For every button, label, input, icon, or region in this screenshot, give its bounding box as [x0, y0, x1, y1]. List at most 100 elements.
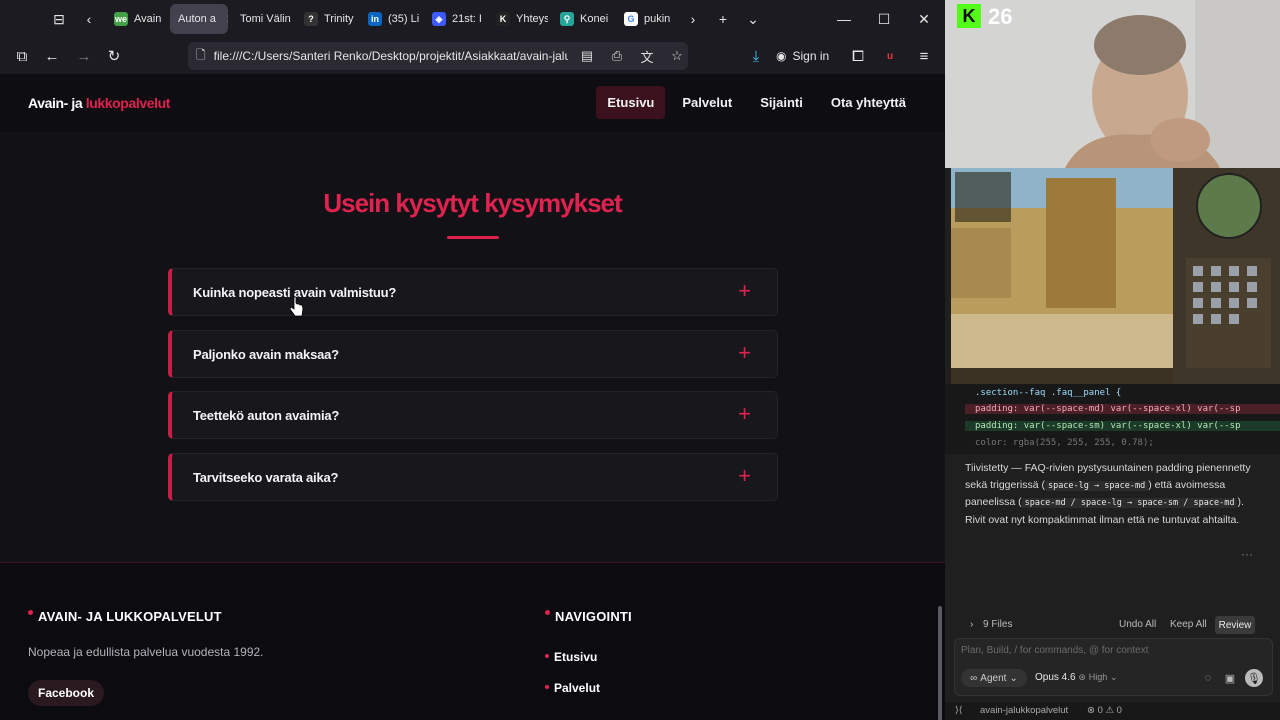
- status-project[interactable]: avain-jalukkopalvelut: [980, 705, 1068, 716]
- footer-tagline: Nopeaa ja edullista palvelua vuodesta 19…: [28, 645, 264, 659]
- close-window-icon[interactable]: ✕: [904, 0, 944, 38]
- nav-link-sijainti[interactable]: Sijainti: [749, 86, 814, 119]
- faq-item[interactable]: Kuinka nopeasti avain valmistuu? +: [168, 268, 778, 316]
- footer-link-palvelut[interactable]: Palvelut: [545, 681, 600, 695]
- faq-item[interactable]: Teettekö auton avaimia? +: [168, 391, 778, 439]
- extensions-icon[interactable]: ⧠: [842, 40, 874, 72]
- ublock-icon[interactable]: u: [874, 40, 906, 72]
- sidebar-icon[interactable]: ⧉: [6, 40, 38, 72]
- faq-heading-underline: [447, 236, 499, 239]
- tab-label: Tomi Välin: [240, 13, 291, 25]
- viewer-count: 26: [988, 4, 1013, 29]
- agent-mode-selector[interactable]: ∞ Agent ⌄: [961, 669, 1027, 687]
- footer-nav-heading: NAVIGOINTI: [545, 609, 632, 624]
- facebook-button[interactable]: Facebook: [28, 680, 104, 706]
- nav-link-ota-yhteytta[interactable]: Ota yhteyttä: [820, 86, 917, 119]
- keep-all-button[interactable]: Keep All: [1170, 619, 1207, 630]
- chevron-right-icon[interactable]: ›: [970, 619, 973, 630]
- tab-favicon-icon: ?: [304, 12, 318, 26]
- tab-label: Avain: [134, 13, 162, 25]
- site-footer: AVAIN- JA LUKKOPALVELUT Nopeaa ja edulli…: [0, 562, 945, 720]
- forward-icon[interactable]: →: [68, 40, 100, 72]
- faq-item[interactable]: Tarvitseeko varata aika? +: [168, 453, 778, 501]
- browser-tab[interactable]: Tomi Välin: [232, 4, 292, 34]
- code-line: .section--faq .faq__panel {: [975, 388, 1122, 398]
- back-icon[interactable]: ←: [36, 40, 68, 72]
- review-button[interactable]: Review: [1215, 616, 1255, 634]
- tab-list-icon[interactable]: ⊟: [44, 4, 74, 34]
- browser-tab[interactable]: in (35) Li: [360, 4, 420, 34]
- agent-label: Agent: [980, 672, 1007, 684]
- undo-all-button[interactable]: Undo All: [1119, 619, 1156, 630]
- site-logo[interactable]: Avain- ja lukkopalvelut: [28, 95, 170, 111]
- nav-bar: ⧉ ← → ↻ 🗋 file:///C:/Users/Santeri Renko…: [0, 38, 945, 74]
- app-menu-icon[interactable]: ≡: [908, 40, 940, 72]
- remote-icon[interactable]: ⟩⟨: [955, 705, 962, 716]
- browser-tab[interactable]: ◈ 21st: I: [424, 4, 484, 34]
- tab-label: (35) Li: [388, 13, 420, 25]
- tab-scroll-right-icon[interactable]: ›: [678, 4, 708, 34]
- sign-in-label: Sign in: [792, 49, 830, 63]
- sign-in-button[interactable]: ◉ Sign in: [776, 44, 829, 68]
- browser-tab[interactable]: ⚲ Konei: [552, 4, 612, 34]
- tab-strip: we Avain Auton a ✕ Tomi Välin ? Trinity in (35) …: [104, 4, 678, 34]
- browser-tab[interactable]: Gpukin: [616, 4, 676, 34]
- tab-favicon-icon: ◈: [432, 12, 446, 26]
- footer-link-etusivu[interactable]: Etusivu: [545, 650, 597, 664]
- screenshot-icon[interactable]: ⎙: [606, 48, 628, 64]
- browser-tab[interactable]: we Avain: [106, 4, 166, 34]
- tab-favicon-icon: ⚲: [560, 12, 574, 26]
- close-tab-icon[interactable]: ✕: [226, 12, 228, 26]
- status-bar: ⟩⟨ avain-jalukkopalvelut ⊗ 0 ⚠ 0: [945, 702, 1280, 720]
- kick-logo-icon: K: [957, 4, 981, 28]
- brand-accent: lukkopalvelut: [85, 95, 171, 111]
- game-capture: [951, 168, 1280, 384]
- faq-question[interactable]: Teettekö auton avaimia?: [193, 408, 339, 423]
- model-selector[interactable]: Opus 4.6 ⊛ High ⌄: [1035, 672, 1118, 683]
- tab-label: Auton a: [178, 13, 216, 25]
- microphone-icon[interactable]: 🎙: [1245, 669, 1263, 687]
- new-tab-icon[interactable]: +: [708, 4, 738, 34]
- plus-icon[interactable]: +: [738, 279, 751, 303]
- history-icon[interactable]: ◌: [1199, 669, 1217, 687]
- browser-tab[interactable]: Auton a ✕: [170, 4, 228, 34]
- chat-input-placeholder[interactable]: Plan, Build, / for commands, @ for conte…: [961, 645, 1148, 656]
- problems-count[interactable]: ⊗ 0 ⚠ 0: [1087, 705, 1122, 716]
- reader-view-icon[interactable]: ▤: [576, 48, 598, 64]
- faq-heading: Usein kysytyt kysymykset: [323, 188, 622, 218]
- faq-question[interactable]: Tarvitseeko varata aika?: [193, 470, 338, 485]
- downloads-icon[interactable]: ⤓: [740, 40, 772, 72]
- plus-icon[interactable]: +: [738, 402, 751, 426]
- files-count[interactable]: 9 Files: [983, 619, 1012, 630]
- chat-input[interactable]: Plan, Build, / for commands, @ for conte…: [954, 638, 1273, 696]
- browser-tab[interactable]: ? Trinity: [296, 4, 356, 34]
- brand-main: Avain- ja: [28, 95, 83, 111]
- reload-icon[interactable]: ↻: [98, 40, 130, 72]
- url-text[interactable]: file:///C:/Users/Santeri Renko/Desktop/p…: [214, 49, 568, 63]
- bookmark-star-icon[interactable]: ☆: [666, 48, 688, 64]
- plus-icon[interactable]: +: [738, 464, 751, 488]
- tab-label: 21st: I: [452, 13, 482, 25]
- footer-nav-heading-text: NAVIGOINTI: [555, 609, 632, 624]
- maximize-icon[interactable]: ☐: [864, 0, 904, 38]
- code-line-added: padding: var(--space-sm) var(--space-xl)…: [965, 421, 1280, 431]
- page-info-icon[interactable]: 🗋: [196, 46, 206, 67]
- footer-link-label: Palvelut: [554, 681, 601, 695]
- tab-scroll-left-icon[interactable]: ‹: [74, 4, 104, 34]
- translate-icon[interactable]: 文: [636, 47, 658, 66]
- page-scrollbar[interactable]: [938, 606, 942, 720]
- more-options-icon[interactable]: ···: [1241, 547, 1253, 561]
- faq-item[interactable]: Paljonko avain maksaa? +: [168, 330, 778, 378]
- code-line: color: rgba(255, 255, 255, 0.78);: [975, 438, 1154, 448]
- faq-question[interactable]: Paljonko avain maksaa?: [193, 347, 339, 362]
- image-attach-icon[interactable]: ▣: [1221, 669, 1239, 687]
- url-bar[interactable]: 🗋 file:///C:/Users/Santeri Renko/Desktop…: [188, 42, 688, 70]
- screen: ⊟ ‹ we Avain Auton a ✕ Tomi Välin ? Trinity in (…: [0, 0, 1280, 720]
- browser-tab[interactable]: K Yhteys: [488, 4, 548, 34]
- nav-link-palvelut[interactable]: Palvelut: [671, 86, 743, 119]
- tab-overflow-icon[interactable]: ⌄: [738, 4, 768, 34]
- nav-link-etusivu[interactable]: Etusivu: [596, 86, 666, 119]
- plus-icon[interactable]: +: [738, 341, 751, 365]
- minimize-icon[interactable]: —: [824, 0, 864, 38]
- tab-label: pukin: [644, 13, 671, 25]
